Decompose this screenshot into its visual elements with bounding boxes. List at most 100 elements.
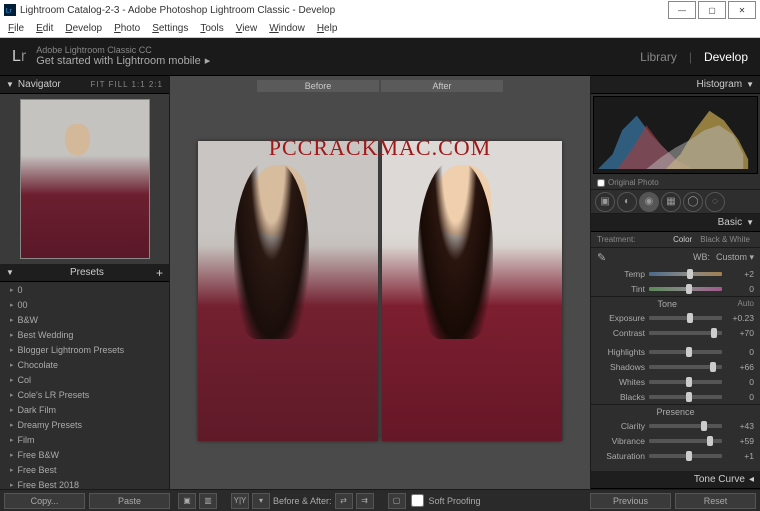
before-photo[interactable]: [198, 141, 378, 441]
before-after-menu[interactable]: ▾: [252, 493, 270, 509]
preset-item[interactable]: ▸Blogger Lightroom Presets: [0, 342, 169, 357]
window-titlebar: Lr Lightroom Catalog-2-3 - Adobe Photosh…: [0, 0, 760, 20]
eyedropper-icon[interactable]: ✎: [597, 251, 606, 264]
basic-title: Basic: [718, 217, 742, 228]
swap-button[interactable]: ⇄: [335, 493, 353, 509]
lightroom-logo: Lr: [12, 48, 26, 66]
menu-window[interactable]: Window: [263, 23, 311, 34]
crop-tool[interactable]: ▣: [595, 192, 615, 212]
module-develop[interactable]: Develop: [704, 50, 748, 64]
image-comparison-row: [170, 92, 590, 489]
tone-curve-header[interactable]: Tone Curve ◂: [591, 471, 760, 489]
soft-proofing-label: Soft Proofing: [429, 496, 481, 506]
whites-slider[interactable]: Whites 0: [591, 374, 760, 389]
basic-panel-header[interactable]: Basic ▼: [591, 214, 760, 232]
preset-item[interactable]: ▸Best Wedding: [0, 327, 169, 342]
menu-view[interactable]: View: [230, 23, 264, 34]
presence-section: Presence: [591, 404, 760, 418]
presets-title: Presets: [70, 267, 104, 278]
chevron-down-icon: ▼: [6, 268, 14, 277]
loupe-view-button[interactable]: ▣: [178, 493, 196, 509]
before-after-toggle[interactable]: Y|Y: [231, 493, 249, 509]
previous-button[interactable]: Previous: [590, 493, 671, 509]
preset-item[interactable]: ▸Col: [0, 372, 169, 387]
menu-develop[interactable]: Develop: [59, 23, 108, 34]
paste-button[interactable]: Paste: [89, 493, 170, 509]
before-after-label: Before & After:: [273, 496, 332, 506]
chevron-down-icon: ▼: [746, 218, 754, 227]
preset-item[interactable]: ▸Chocolate: [0, 357, 169, 372]
tint-slider[interactable]: Tint 0: [591, 281, 760, 296]
temp-slider[interactable]: Temp +2: [591, 266, 760, 281]
preset-item[interactable]: ▸Free Best: [0, 462, 169, 477]
module-library[interactable]: Library: [640, 50, 677, 64]
auto-tone-button[interactable]: Auto: [738, 299, 754, 308]
radial-tool[interactable]: ◯: [683, 192, 703, 212]
add-preset-button[interactable]: +: [156, 266, 163, 280]
minimize-button[interactable]: —: [668, 1, 696, 19]
blacks-slider[interactable]: Blacks 0: [591, 389, 760, 404]
original-photo-toggle[interactable]: Original Photo: [591, 176, 760, 190]
menu-file[interactable]: File: [2, 23, 30, 34]
saturation-slider[interactable]: Saturation +1: [591, 448, 760, 463]
menu-tools[interactable]: Tools: [194, 23, 229, 34]
left-panel: ▼ Navigator FIT FILL 1:1 2:1 ▼ Presets +…: [0, 76, 170, 489]
copy-settings-button[interactable]: ⇉: [356, 493, 374, 509]
soft-proof-toggle[interactable]: ▢: [388, 493, 406, 509]
clarity-slider[interactable]: Clarity +43: [591, 418, 760, 433]
copy-button[interactable]: Copy...: [4, 493, 85, 509]
presets-header[interactable]: ▼ Presets +: [0, 264, 169, 282]
after-photo[interactable]: [382, 141, 562, 441]
spot-tool[interactable]: ◐: [617, 192, 637, 212]
preset-item[interactable]: ▸Free Best 2018: [0, 477, 169, 489]
close-button[interactable]: ✕: [728, 1, 756, 19]
presets-list[interactable]: ▸0▸00▸B&W▸Best Wedding▸Blogger Lightroom…: [0, 282, 169, 489]
menu-settings[interactable]: Settings: [146, 23, 194, 34]
chevron-right-icon: ▸: [10, 436, 14, 444]
chevron-right-icon: ▸: [10, 406, 14, 414]
chevron-right-icon: ▸: [10, 481, 14, 489]
vibrance-slider[interactable]: Vibrance +59: [591, 433, 760, 448]
navigator-zoom-controls[interactable]: FIT FILL 1:1 2:1: [91, 80, 163, 89]
preset-item[interactable]: ▸B&W: [0, 312, 169, 327]
maximize-button[interactable]: ▢: [698, 1, 726, 19]
preset-item[interactable]: ▸Dreamy Presets: [0, 417, 169, 432]
histogram-header[interactable]: Histogram ▼: [591, 76, 760, 94]
preset-item[interactable]: ▸Cole's LR Presets: [0, 387, 169, 402]
brush-tool[interactable]: ◌: [705, 192, 725, 212]
wb-dropdown[interactable]: Custom ▾: [716, 252, 754, 263]
original-photo-checkbox[interactable]: [597, 179, 605, 187]
redeye-tool[interactable]: ◉: [639, 192, 659, 212]
preset-item[interactable]: ▸00: [0, 297, 169, 312]
treatment-color[interactable]: Color: [669, 235, 696, 244]
soft-proofing-checkbox[interactable]: [411, 494, 424, 507]
reset-button[interactable]: Reset: [675, 493, 756, 509]
menu-edit[interactable]: Edit: [30, 23, 59, 34]
highlights-slider[interactable]: Highlights 0: [591, 344, 760, 359]
chevron-right-icon: ▸: [10, 286, 14, 294]
center-preview-area: Before After: [170, 76, 590, 489]
contrast-slider[interactable]: Contrast +70: [591, 325, 760, 340]
compare-view-button[interactable]: ▥: [199, 493, 217, 509]
preset-item[interactable]: ▸Free B&W: [0, 447, 169, 462]
app-header: Lr Adobe Lightroom Classic CC Get starte…: [0, 38, 760, 76]
preset-item[interactable]: ▸Dark Film: [0, 402, 169, 417]
histogram-display[interactable]: [593, 96, 758, 174]
treatment-bw[interactable]: Black & White: [696, 235, 754, 244]
chevron-right-icon: ▸: [10, 466, 14, 474]
right-panel: Histogram ▼ Original Photo ▣ ◐ ◉ ▦ ◯ ◌ B…: [590, 76, 760, 489]
preset-item[interactable]: ▸Film: [0, 432, 169, 447]
menu-photo[interactable]: Photo: [108, 23, 146, 34]
navigator-header[interactable]: ▼ Navigator FIT FILL 1:1 2:1: [0, 76, 169, 94]
menu-help[interactable]: Help: [311, 23, 344, 34]
lightroom-app-icon: Lr: [4, 4, 16, 16]
footer-center: ▣ ▥ Y|Y ▾ Before & After: ⇄ ⇉ ▢ Soft Pro…: [170, 493, 590, 509]
wb-label: WB:: [693, 252, 710, 262]
shadows-slider[interactable]: Shadows +66: [591, 359, 760, 374]
chevron-right-icon: ▸: [10, 316, 14, 324]
mobile-link[interactable]: Get started with Lightroom mobile▸: [36, 55, 210, 68]
navigator-preview[interactable]: [0, 94, 169, 264]
preset-item[interactable]: ▸0: [0, 282, 169, 297]
gradient-tool[interactable]: ▦: [661, 192, 681, 212]
exposure-slider[interactable]: Exposure +0.23: [591, 310, 760, 325]
